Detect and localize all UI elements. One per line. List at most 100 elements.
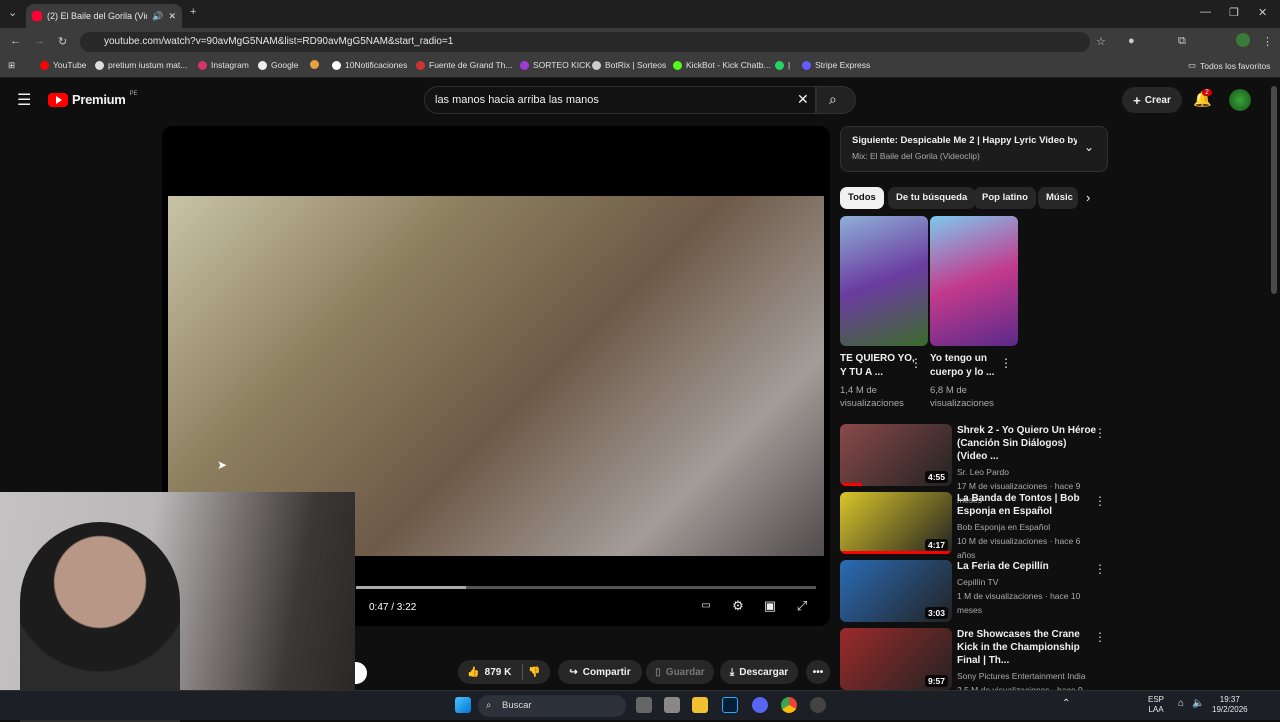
tray-chevron-icon[interactable]: ⌃ (1062, 699, 1070, 709)
chevron-right-icon[interactable]: › (1086, 190, 1090, 205)
volume-icon[interactable]: 🔈 (1192, 699, 1204, 709)
task-view-icon[interactable] (636, 697, 652, 713)
restore-icon[interactable]: ❐ (1229, 6, 1239, 19)
search-input[interactable]: las manos hacia arriba las manos (424, 86, 816, 114)
related-video-item[interactable]: 4:17 La Banda de Tontos | Bob Esponja en … (840, 492, 1108, 560)
windows-start-icon[interactable] (455, 697, 471, 713)
channel-name[interactable]: Sr. Leo Pardo (957, 465, 1097, 479)
photoshop-icon[interactable] (722, 697, 738, 713)
page-scrollbar[interactable] (1271, 86, 1277, 294)
language-indicator[interactable]: ESP LAA (1148, 695, 1164, 715)
subtitles-icon[interactable]: ▭ (698, 598, 714, 614)
all-bookmarks-folder[interactable]: ▭ Todos los favoritos (1188, 60, 1270, 71)
browser-menu-icon[interactable]: ⋮ (1262, 35, 1273, 48)
save-button[interactable]: ▯ Guardar (646, 660, 714, 684)
tab-list-icon[interactable]: ⌄ (8, 6, 17, 19)
url-field[interactable]: youtube.com/watch?v=90avMgG5NAM&list=RD9… (80, 32, 1090, 52)
discord-icon[interactable] (752, 697, 768, 713)
like-button[interactable]: 👍 879 K 👎 (458, 660, 550, 684)
fullscreen-icon[interactable]: ⤢ (794, 598, 810, 614)
time-display: 0:47 / 3:22 (369, 602, 417, 613)
short-menu-icon-2[interactable]: ⋮ (1000, 356, 1012, 370)
settings-gear-icon[interactable]: ⚙ (730, 598, 746, 614)
up-next-subtitle: Mix: El Baile del Gorila (Videoclip) (852, 151, 980, 161)
taskbar-search[interactable]: ⌕ Buscar (478, 695, 626, 717)
bookmark-botrix[interactable]: BotRix | Sorteos (592, 60, 666, 70)
new-tab-icon[interactable]: + (190, 6, 196, 18)
chrome-icon[interactable] (781, 697, 797, 713)
video-title[interactable]: La Feria de Cepillín (957, 560, 1097, 573)
audio-icon[interactable]: 🔊 (152, 11, 163, 22)
app-icon-2[interactable] (810, 697, 826, 713)
bookmark-instagram[interactable]: Instagram (198, 60, 249, 70)
video-menu-icon[interactable]: ⋮ (1094, 630, 1106, 644)
video-thumbnail[interactable]: 4:55 (840, 424, 952, 486)
related-video-item[interactable]: 4:55 Shrek 2 - Yo Quiero Un Héroe (Canció… (840, 424, 1108, 505)
download-button[interactable]: ⤓ Descargar (720, 660, 798, 684)
chip-pop-latino[interactable]: Pop latino (974, 187, 1036, 209)
search-button[interactable]: ⌕ (816, 86, 856, 114)
short-title-2[interactable]: Yo tengo un cuerpo y lo ... (930, 352, 1006, 380)
file-explorer-icon[interactable] (692, 697, 708, 713)
channel-avatar[interactable] (355, 662, 367, 684)
create-button[interactable]: + Crear (1122, 87, 1182, 113)
chip-todos[interactable]: Todos (840, 187, 884, 209)
more-actions-button[interactable]: ••• (806, 660, 830, 684)
bookmark-star-icon[interactable]: ☆ (1096, 35, 1106, 48)
video-menu-icon[interactable]: ⋮ (1094, 562, 1106, 576)
bookmark-grand-theft[interactable]: Fuente de Grand Th... (416, 60, 512, 70)
bookmark-10notificaciones[interactable]: 10Notificaciones (332, 60, 407, 70)
reload-icon[interactable]: ↻ (58, 35, 67, 48)
video-menu-icon[interactable]: ⋮ (1094, 494, 1106, 508)
extension-icon[interactable]: ● (1128, 35, 1135, 47)
browser-tab[interactable]: (2) El Baile del Gorila (Video 🔊 ✕ (26, 4, 182, 28)
minimize-icon[interactable]: — (1200, 6, 1211, 18)
video-menu-icon[interactable]: ⋮ (1094, 426, 1106, 440)
youtube-logo[interactable]: Premium PE (48, 91, 138, 107)
share-button[interactable]: ↪ Compartir (558, 660, 642, 684)
network-icon[interactable]: ⌂ (1178, 699, 1184, 709)
theater-mode-icon[interactable]: ▣ (762, 598, 778, 614)
video-thumbnail[interactable]: 3:03 (840, 560, 952, 622)
profile-avatar[interactable] (1236, 33, 1250, 47)
bookmark-kickbot[interactable]: KickBot - Kick Chatb... (673, 60, 771, 70)
video-title[interactable]: Shrek 2 - Yo Quiero Un Héroe (Canción Si… (957, 424, 1097, 463)
bookmark-stripe[interactable]: Stripe Express (802, 60, 870, 70)
apps-grid-icon[interactable]: ⊞ (8, 60, 15, 71)
chip-musica[interactable]: Músic (1038, 187, 1078, 209)
bookmark-youtube[interactable]: YouTube (40, 60, 86, 70)
video-title[interactable]: La Banda de Tontos | Bob Esponja en Espa… (957, 492, 1097, 518)
bookmark-pretium[interactable]: pretium iustum mat... (95, 60, 187, 70)
bookmark-whatsapp[interactable]: | (775, 60, 790, 70)
short-title-1[interactable]: TE QUIERO YO, Y TU A ... (840, 352, 916, 380)
progress-bar[interactable] (356, 586, 816, 589)
related-video-item[interactable]: 9:57 Dre Showcases the Crane Kick in the … (840, 628, 1108, 709)
forward-icon[interactable]: → (34, 35, 45, 47)
clear-search-icon[interactable]: ✕ (797, 91, 809, 108)
back-icon[interactable]: ← (10, 35, 21, 47)
bookmark-sorteo-kick[interactable]: SORTEO KICK (520, 60, 591, 70)
bookmark-star-site[interactable] (310, 60, 319, 69)
hamburger-menu-icon[interactable]: ☰ (17, 90, 31, 110)
short-menu-icon-1[interactable]: ⋮ (910, 356, 922, 370)
related-video-item[interactable]: 3:03 La Feria de Cepillín Cepillín TV 1 M d… (840, 560, 1108, 622)
thumbs-down-icon[interactable]: 👎 (528, 667, 540, 678)
app-icon-1[interactable] (664, 697, 680, 713)
tab-close-icon[interactable]: ✕ (168, 11, 176, 22)
short-thumbnail-2[interactable] (930, 216, 1018, 346)
channel-name[interactable]: Sony Pictures Entertainment India (957, 669, 1097, 683)
video-thumbnail[interactable]: 9:57 (840, 628, 952, 690)
chip-de-tu-busqueda[interactable]: De tu búsqueda (888, 187, 976, 209)
video-thumbnail[interactable]: 4:17 (840, 492, 952, 554)
clock[interactable]: 19:37 19/2/2026 (1212, 695, 1248, 715)
chevron-down-icon[interactable]: ⌄ (1084, 140, 1094, 154)
bookmark-google[interactable]: Google (258, 60, 298, 70)
window-close-icon[interactable]: ✕ (1258, 6, 1267, 19)
video-title[interactable]: Dre Showcases the Crane Kick in the Cham… (957, 628, 1097, 667)
channel-name[interactable]: Bob Esponja en Español (957, 520, 1097, 534)
account-avatar[interactable] (1229, 89, 1251, 111)
channel-name[interactable]: Cepillín TV (957, 575, 1097, 589)
extensions-puzzle-icon[interactable]: ⧉ (1178, 35, 1186, 48)
up-next-panel[interactable]: Siguiente: Despicable Me 2 | Happy Lyric… (840, 126, 1108, 172)
short-thumbnail-1[interactable] (840, 216, 928, 346)
